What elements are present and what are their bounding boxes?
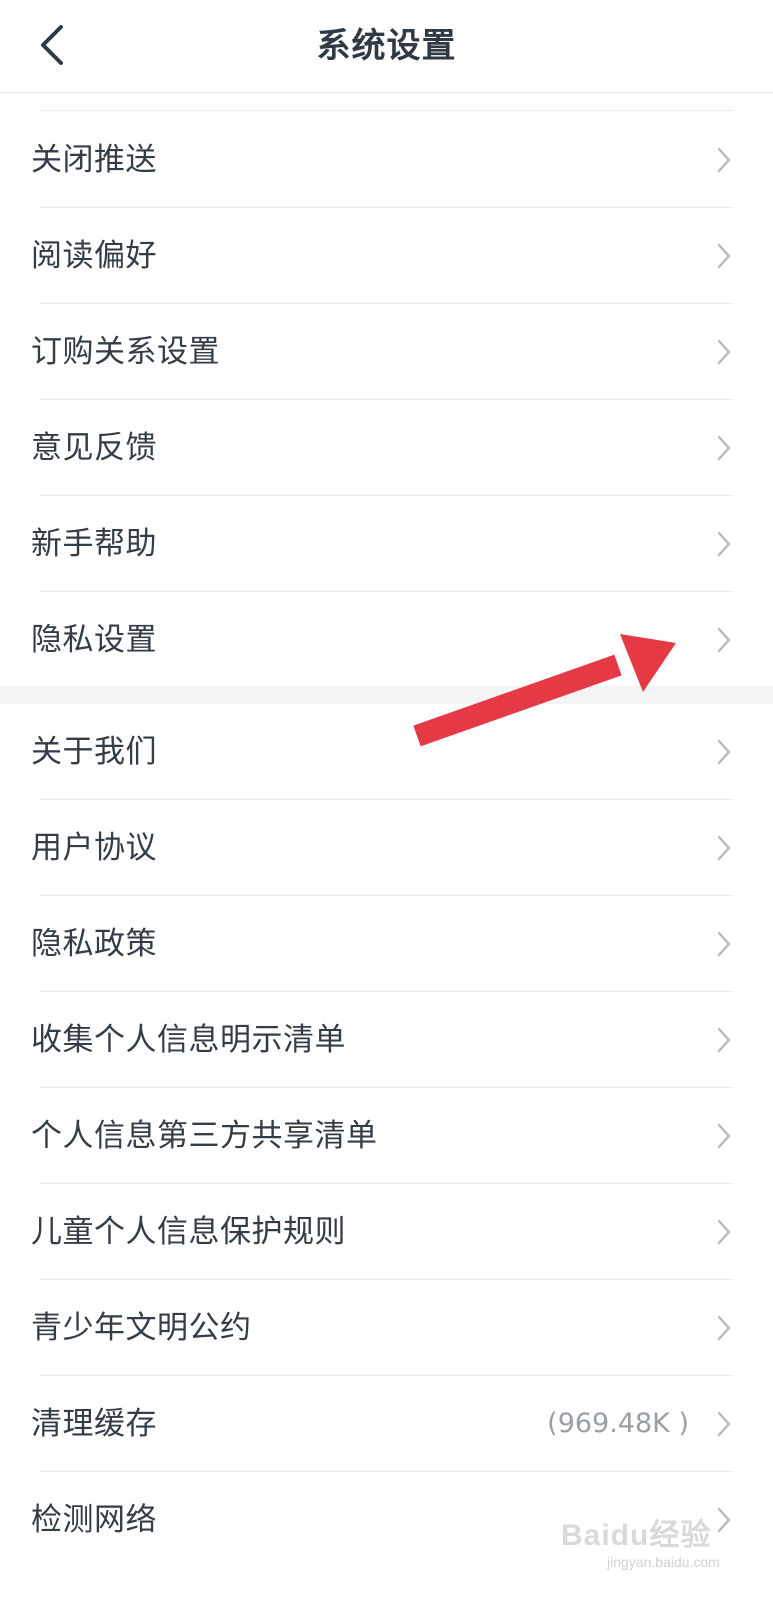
settings-item-label: 意见反馈 [31,430,157,466]
settings-item-label: 青少年文明公约 [31,1310,252,1346]
section-separator [0,686,773,704]
settings-screen: 系统设置 关闭推送 阅读偏好 订购关系设置 意见反馈 新手帮助 隐私设置 关于我… [0,0,773,1600]
chevron-right-icon [717,627,731,653]
chevron-right-icon [717,243,731,269]
chevron-right-icon [717,931,731,957]
navigation-bar: 系统设置 [0,0,773,93]
settings-item-label: 关闭推送 [31,142,157,178]
settings-item-label: 隐私设置 [31,622,157,658]
page-title: 系统设置 [316,26,457,66]
settings-item-label: 订购关系设置 [31,334,220,370]
chevron-right-icon [717,835,731,861]
chevron-right-icon [717,1219,731,1245]
chevron-right-icon [717,531,731,557]
settings-item-label: 用户协议 [31,830,157,866]
settings-item-clear-cache[interactable]: 清理缓存 (969.48K ) [0,1376,773,1472]
chevron-right-icon [717,1411,731,1437]
chevron-right-icon [717,1027,731,1053]
settings-item-user-agreement[interactable]: 用户协议 [0,800,773,896]
settings-item-label: 儿童个人信息保护规则 [31,1214,346,1250]
settings-item-youth-convention[interactable]: 青少年文明公约 [0,1280,773,1376]
settings-item-reading-preference[interactable]: 阅读偏好 [0,208,773,304]
watermark-brand: Baidu经验 [561,1519,712,1552]
settings-item-beginner-help[interactable]: 新手帮助 [0,496,773,592]
cache-size-value: (969.48K ) [547,1408,689,1439]
settings-item-label: 清理缓存 [31,1406,157,1442]
settings-item-privacy-settings[interactable]: 隐私设置 [0,592,773,688]
chevron-right-icon [717,1123,731,1149]
settings-group-2: 关于我们 用户协议 隐私政策 收集个人信息明示清单 个人信息第三方共享清单 儿童… [0,704,773,1568]
settings-item-info-collection-list[interactable]: 收集个人信息明示清单 [0,992,773,1088]
chevron-right-icon [717,147,731,173]
settings-item-feedback[interactable]: 意见反馈 [0,400,773,496]
settings-item-third-party-sharing-list[interactable]: 个人信息第三方共享清单 [0,1088,773,1184]
settings-item-subscription[interactable]: 订购关系设置 [0,304,773,400]
chevron-right-icon [717,435,731,461]
settings-item-label: 阅读偏好 [31,238,157,274]
chevron-right-icon [717,739,731,765]
settings-item-label: 检测网络 [31,1502,157,1538]
baidu-watermark: Baidu经验 jingyan.baidu.com [561,1510,761,1580]
settings-item-close-push[interactable]: 关闭推送 [0,112,773,208]
settings-item-child-protection-rules[interactable]: 儿童个人信息保护规则 [0,1184,773,1280]
settings-item-label: 隐私政策 [31,926,157,962]
watermark-site: jingyan.baidu.com [607,1554,720,1570]
settings-item-label: 新手帮助 [31,526,157,562]
settings-item-about-us[interactable]: 关于我们 [0,704,773,800]
settings-item-label: 收集个人信息明示清单 [31,1022,346,1058]
chevron-right-icon [717,339,731,365]
settings-group-1: 关闭推送 阅读偏好 订购关系设置 意见反馈 新手帮助 隐私设置 [0,112,773,688]
list-top-divider [40,110,733,111]
chevron-right-icon [717,1315,731,1341]
settings-item-label: 关于我们 [31,734,157,770]
settings-item-label: 个人信息第三方共享清单 [31,1118,378,1154]
settings-item-privacy-policy[interactable]: 隐私政策 [0,896,773,992]
